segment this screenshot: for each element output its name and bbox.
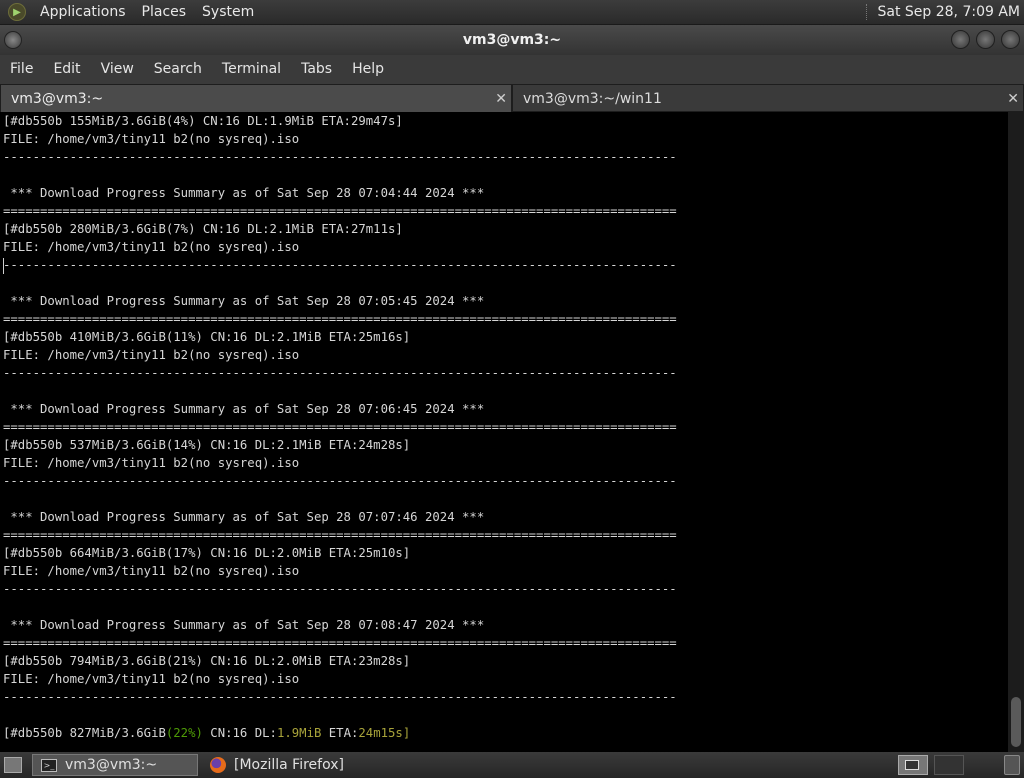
trash-icon[interactable] (1004, 755, 1020, 775)
workspace-2-icon[interactable] (934, 755, 964, 775)
terminal-line: ----------------------------------------… (3, 366, 677, 380)
window-title: vm3@vm3:~ (462, 32, 562, 48)
terminal-line: ----------------------------------------… (3, 150, 677, 164)
terminal-line: *** Download Progress Summary as of Sat … (3, 186, 485, 200)
menu-search[interactable]: Search (144, 55, 212, 84)
menu-help[interactable]: Help (342, 55, 394, 84)
terminal-lines: [#db550b 155MiB/3.6GiB(4%) CN:16 DL:1.9M… (0, 112, 1008, 724)
terminal-line: FILE: /home/vm3/tiny11 b2(no sysreq).iso (3, 456, 300, 470)
taskbar-item-firefox[interactable]: [Mozilla Firefox] (202, 754, 366, 776)
window-menu-icon[interactable] (4, 31, 22, 49)
taskbar-item-terminal[interactable]: >_ vm3@vm3:~ (32, 754, 198, 776)
terminal-line: FILE: /home/vm3/tiny11 b2(no sysreq).iso (3, 132, 300, 146)
top-panel: ▶ Applications Places System Sat Sep 28,… (0, 0, 1024, 25)
clock[interactable]: Sat Sep 28, 7:09 AM (877, 4, 1024, 20)
bottom-panel: >_ vm3@vm3:~ [Mozilla Firefox] (0, 752, 1024, 778)
terminal-line: [#db550b 280MiB/3.6GiB(7%) CN:16 DL:2.1M… (3, 222, 403, 236)
terminal-scrollbar[interactable] (1008, 112, 1024, 752)
status-eta-label: ETA: (321, 726, 359, 740)
status-eta: 24m15s (358, 726, 403, 740)
close-icon[interactable]: ✕ (1007, 85, 1019, 113)
status-suffix: ] (402, 726, 411, 740)
terminal-line: [#db550b 155MiB/3.6GiB(4%) CN:16 DL:1.9M… (3, 114, 403, 128)
terminal-line: [#db550b 537MiB/3.6GiB(14%) CN:16 DL:2.1… (3, 438, 411, 452)
tab-home[interactable]: vm3@vm3:~ ✕ (0, 84, 512, 112)
menu-applications[interactable]: Applications (32, 0, 134, 24)
terminal-line: ========================================… (3, 420, 677, 434)
menu-system[interactable]: System (194, 0, 262, 24)
status-speed: 1.9MiB (276, 726, 322, 740)
tab-win11[interactable]: vm3@vm3:~/win11 ✕ (512, 84, 1024, 112)
workspace-1-icon[interactable] (898, 755, 928, 775)
applications-logo-icon[interactable]: ▶ (8, 3, 26, 21)
menu-tabs[interactable]: Tabs (291, 55, 342, 84)
menu-terminal[interactable]: Terminal (212, 55, 291, 84)
terminal-line: FILE: /home/vm3/tiny11 b2(no sysreq).iso (3, 240, 300, 254)
show-desktop-icon[interactable] (4, 757, 22, 773)
window-titlebar[interactable]: vm3@vm3:~ (0, 25, 1024, 55)
tab-bar: vm3@vm3:~ ✕ vm3@vm3:~/win11 ✕ (0, 84, 1024, 112)
minimize-icon[interactable] (951, 30, 970, 49)
firefox-icon (210, 757, 226, 773)
menubar: File Edit View Search Terminal Tabs Help (0, 55, 1024, 84)
status-prefix: [#db550b 827MiB/3.6GiB (3, 726, 166, 740)
terminal-line: ----------------------------------------… (3, 474, 677, 488)
terminal-line: *** Download Progress Summary as of Sat … (3, 402, 485, 416)
panel-separator (866, 4, 869, 20)
terminal-status-line: [#db550b 827MiB/3.6GiB(22%) CN:16 DL:1.9… (0, 724, 1008, 742)
terminal-output[interactable]: [#db550b 155MiB/3.6GiB(4%) CN:16 DL:1.9M… (0, 112, 1008, 752)
close-icon[interactable]: ✕ (495, 85, 507, 113)
tab-label: vm3@vm3:~ (11, 91, 104, 107)
scrollbar-thumb[interactable] (1011, 697, 1021, 747)
terminal-line: *** Download Progress Summary as of Sat … (3, 618, 485, 632)
terminal-line: ========================================… (3, 528, 677, 542)
tab-label: vm3@vm3:~/win11 (523, 91, 662, 107)
terminal-icon: >_ (41, 758, 57, 772)
terminal-line: [#db550b 410MiB/3.6GiB(11%) CN:16 DL:2.1… (3, 330, 411, 344)
status-cn: CN:16 DL: (202, 726, 277, 740)
status-percent: (22%) (165, 726, 203, 740)
menu-file[interactable]: File (0, 55, 43, 84)
taskbar-item-label: vm3@vm3:~ (65, 757, 158, 773)
terminal-line: FILE: /home/vm3/tiny11 b2(no sysreq).iso (3, 672, 300, 686)
terminal-line: ========================================… (3, 312, 677, 326)
terminal-line: FILE: /home/vm3/tiny11 b2(no sysreq).iso (3, 348, 300, 362)
terminal-line: ========================================… (3, 636, 677, 650)
menu-view[interactable]: View (91, 55, 144, 84)
terminal-line: *** Download Progress Summary as of Sat … (3, 510, 485, 524)
close-icon[interactable] (1001, 30, 1020, 49)
terminal-line: *** Download Progress Summary as of Sat … (3, 294, 485, 308)
terminal-line: ----------------------------------------… (3, 582, 677, 596)
terminal-line: [#db550b 664MiB/3.6GiB(17%) CN:16 DL:2.0… (3, 546, 411, 560)
terminal-line: ----------------------------------------… (3, 258, 677, 272)
workspace-window-icon (905, 760, 919, 770)
taskbar-item-label: [Mozilla Firefox] (234, 757, 344, 773)
window-controls (951, 30, 1020, 49)
terminal-line: ----------------------------------------… (3, 690, 677, 704)
menu-places[interactable]: Places (134, 0, 195, 24)
terminal-line: FILE: /home/vm3/tiny11 b2(no sysreq).iso (3, 564, 300, 578)
terminal-line: [#db550b 794MiB/3.6GiB(21%) CN:16 DL:2.0… (3, 654, 411, 668)
ibeam-cursor-icon (3, 258, 8, 274)
terminal-line: ========================================… (3, 204, 677, 218)
maximize-icon[interactable] (976, 30, 995, 49)
menu-edit[interactable]: Edit (43, 55, 90, 84)
